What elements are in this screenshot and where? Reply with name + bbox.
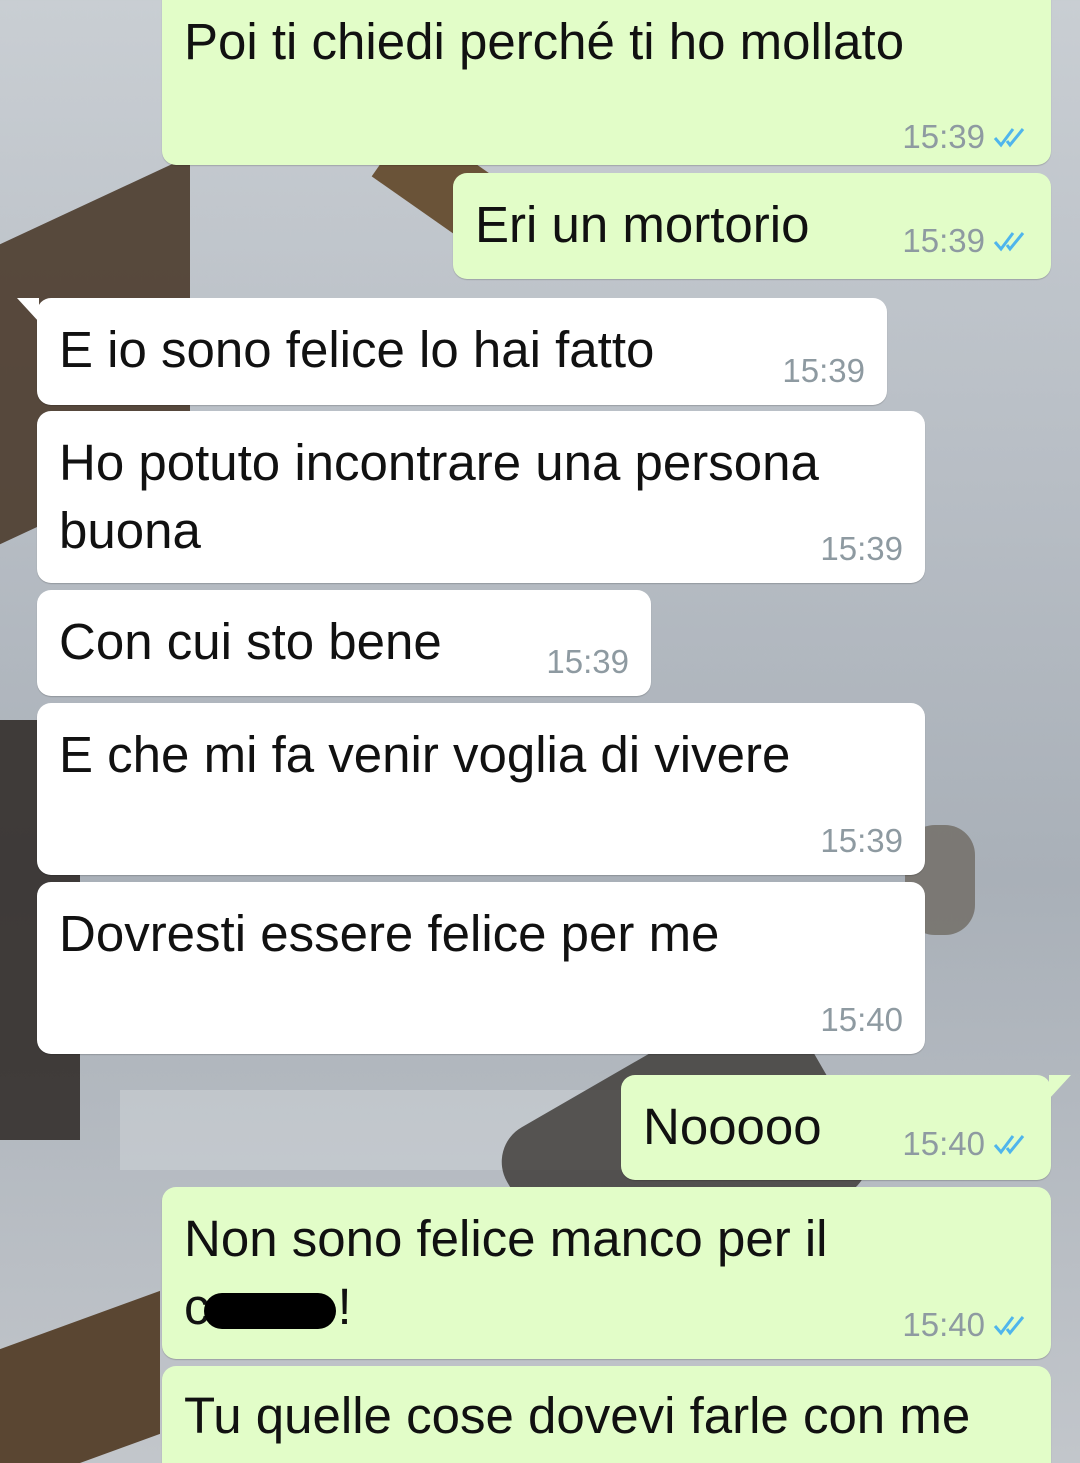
message-text: Ho potuto incontrare una persona buona	[59, 434, 819, 559]
double-check-icon	[993, 1135, 1025, 1155]
message-meta: 15:39	[820, 821, 903, 861]
outgoing-message[interactable]: Tu quelle cose dovevi farle con me	[162, 1366, 1051, 1463]
bubble-tail	[17, 298, 39, 322]
outgoing-message[interactable]: Nooooo 15:40	[621, 1075, 1071, 1180]
message-line: Non sono felice manco per il	[184, 1210, 828, 1267]
double-check-icon	[993, 232, 1025, 252]
wallpaper-building	[0, 1290, 160, 1463]
message-text: E che mi fa venir voglia di vivere	[59, 726, 791, 783]
message-time: 15:40	[902, 1125, 985, 1162]
message-text: Dovresti essere felice per me	[59, 905, 720, 962]
incoming-message[interactable]: E io sono felice lo hai fatto 15:39	[17, 298, 887, 405]
message-meta: 15:39	[902, 221, 1029, 261]
message-time: 15:39	[902, 222, 985, 259]
outgoing-message[interactable]: Non sono felice manco per il c! 15:40	[162, 1187, 1051, 1359]
message-meta: 15:39	[820, 529, 903, 569]
outgoing-message[interactable]: Eri un mortorio 15:39	[453, 173, 1051, 279]
message-meta: 15:40	[902, 1305, 1029, 1345]
double-check-icon	[993, 1316, 1025, 1336]
redaction-mark	[203, 1292, 336, 1329]
message-text: Non sono felice manco per il c!	[184, 1205, 828, 1341]
chat-screen: { "chat": { "messages": [ {"id": "m1", "…	[0, 0, 1080, 1463]
message-fragment: !	[337, 1278, 352, 1335]
message-text: Poi ti chiedi perché ti ho mollato	[184, 13, 905, 70]
message-meta: 15:39	[782, 351, 865, 391]
message-meta: 15:39	[902, 117, 1029, 157]
outgoing-message[interactable]: Poi ti chiedi perché ti ho mollato 15:39	[162, 0, 1051, 165]
message-text: Con cui sto bene	[59, 613, 442, 670]
message-time: 15:39	[902, 118, 985, 155]
incoming-message[interactable]: E che mi fa venir voglia di vivere 15:39	[37, 703, 925, 875]
message-time: 15:40	[820, 1001, 903, 1038]
message-text: E io sono felice lo hai fatto	[59, 321, 655, 378]
message-meta: 15:40	[820, 1000, 903, 1040]
bubble-tail	[1049, 1075, 1071, 1099]
message-line: c!	[184, 1273, 828, 1341]
message-time: 15:39	[820, 530, 903, 567]
message-text: Tu quelle cose dovevi farle con me	[184, 1387, 971, 1444]
message-time: 15:40	[902, 1306, 985, 1343]
message-meta: 15:40	[902, 1124, 1029, 1164]
incoming-message[interactable]: Dovresti essere felice per me 15:40	[37, 882, 925, 1054]
incoming-message[interactable]: Con cui sto bene 15:39	[37, 590, 651, 696]
message-meta: 15:39	[546, 642, 629, 682]
message-time: 15:39	[782, 352, 865, 389]
double-check-icon	[993, 128, 1025, 148]
message-time: 15:39	[820, 822, 903, 859]
message-time: 15:39	[546, 643, 629, 680]
incoming-message[interactable]: Ho potuto incontrare una persona buona 1…	[37, 411, 925, 583]
message-text: Nooooo	[643, 1098, 822, 1155]
message-text: Eri un mortorio	[475, 196, 810, 253]
